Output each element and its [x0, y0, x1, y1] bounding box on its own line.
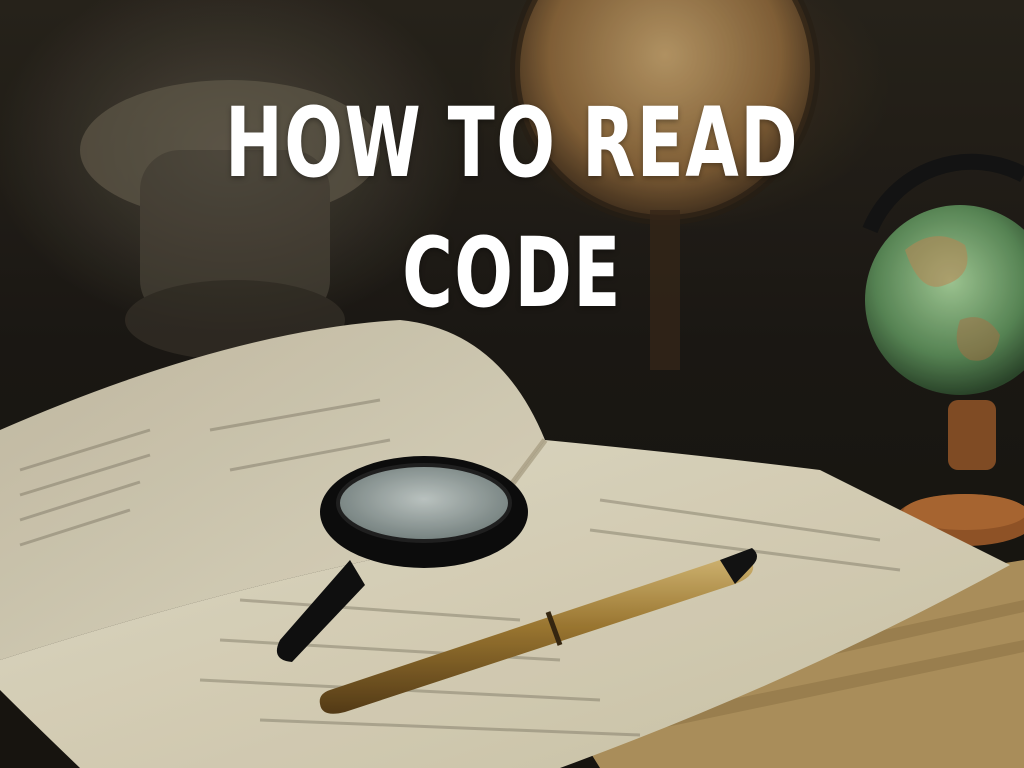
title-slide: HOW TO READ CODE [0, 0, 1024, 768]
slide-title: HOW TO READ CODE [224, 87, 800, 329]
